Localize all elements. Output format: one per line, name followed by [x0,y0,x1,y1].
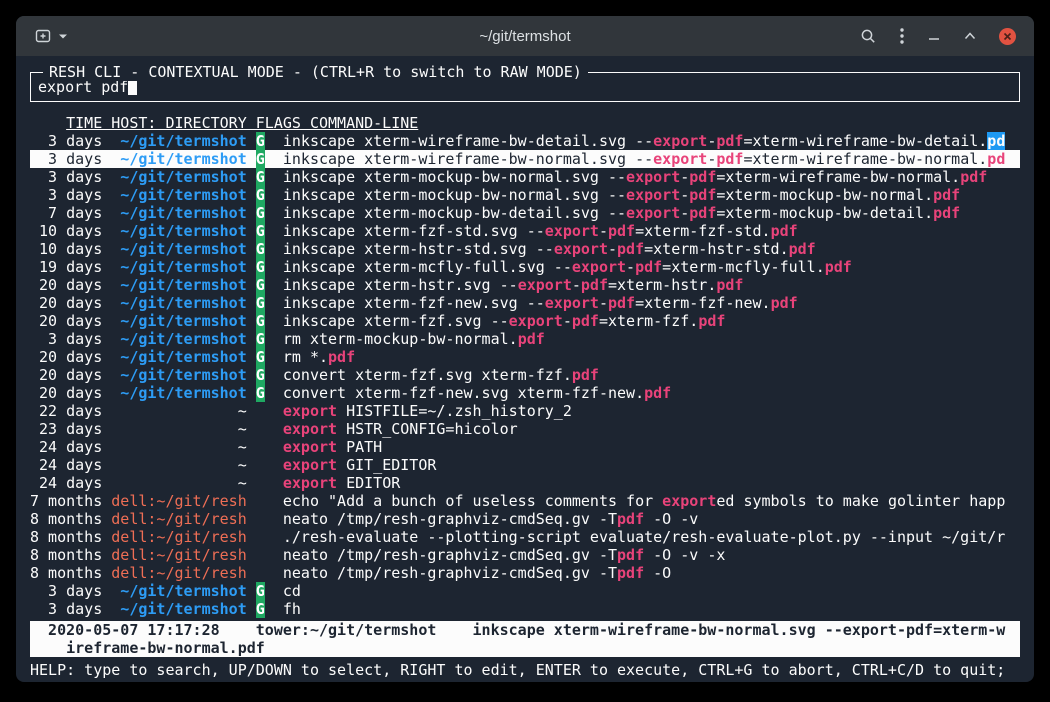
history-row[interactable]: 8 months dell:~/git/resh neato /tmp/resh… [30,546,1020,564]
history-row[interactable]: 8 months dell:~/git/resh neato /tmp/resh… [30,564,1020,582]
history-rows: 3 days ~/git/termshot G inkscape xterm-w… [30,132,1020,618]
history-row[interactable]: 3 days ~/git/termshot G inkscape xterm-w… [30,132,1020,150]
history-row[interactable]: 3 days ~/git/termshot G inkscape xterm-m… [30,168,1020,186]
minimize-icon [927,29,941,43]
history-row[interactable]: 8 months dell:~/git/resh ./resh-evaluate… [30,528,1020,546]
history-row[interactable]: 3 days ~/git/termshot G inkscape xterm-m… [30,186,1020,204]
history-row[interactable]: 24 days ~ export PATH [30,438,1020,456]
text-cursor [128,79,137,95]
history-row[interactable]: 8 months dell:~/git/resh neato /tmp/resh… [30,510,1020,528]
search-icon [860,28,877,45]
new-tab-button[interactable] [34,27,52,45]
history-row[interactable]: 3 days ~/git/termshot G fh [30,600,1020,618]
history-row[interactable]: 20 days ~/git/termshot G convert xterm-f… [30,384,1020,402]
new-tab-icon [34,27,52,45]
maximize-icon [963,29,977,43]
history-row[interactable]: 7 days ~/git/termshot G inkscape xterm-m… [30,204,1020,222]
caret-down-icon [58,32,68,40]
history-row[interactable]: 20 days ~/git/termshot G rm *.pdf [30,348,1020,366]
resh-search-box: RESH CLI - CONTEXTUAL MODE - (CTRL+R to … [30,72,1020,102]
history-row[interactable]: 10 days ~/git/termshot G inkscape xterm-… [30,222,1020,240]
close-icon [999,28,1016,45]
history-row[interactable]: 7 months dell:~/git/resh echo "Add a bun… [30,492,1020,510]
history-row[interactable]: 23 days ~ export HSTR_CONFIG=hicolor [30,420,1020,438]
search-button[interactable] [860,28,877,45]
overflow-menu-icon [899,27,905,45]
menu-button[interactable] [899,27,905,45]
close-button[interactable] [999,28,1016,45]
status-line-2: ireframe-bw-normal.pdf [30,639,1020,657]
history-row[interactable]: 3 days ~/git/termshot G rm xterm-mockup-… [30,330,1020,348]
history-row[interactable]: 20 days ~/git/termshot G convert xterm-f… [30,366,1020,384]
history-row[interactable]: 19 days ~/git/termshot G inkscape xterm-… [30,258,1020,276]
minimize-button[interactable] [927,29,941,43]
titlebar: ~/git/termshot [16,16,1034,56]
history-row[interactable]: 24 days ~ export EDITOR [30,474,1020,492]
help-bar: HELP: type to search, UP/DOWN to select,… [30,661,1020,679]
table-header-text: TIME HOST: DIRECTORY FLAGS COMMAND-LINE [66,114,418,132]
maximize-button[interactable] [963,29,977,43]
terminal-window: ~/git/termshot [16,16,1034,682]
history-row[interactable]: 20 days ~/git/termshot G inkscape xterm-… [30,312,1020,330]
history-row[interactable]: 22 days ~ export HISTFILE=~/.zsh_history… [30,402,1020,420]
history-row[interactable]: 24 days ~ export GIT_EDITOR [30,456,1020,474]
terminal: RESH CLI - CONTEXTUAL MODE - (CTRL+R to … [16,56,1034,682]
history-row[interactable]: 10 days ~/git/termshot G inkscape xterm-… [30,240,1020,258]
history-row[interactable]: 3 days ~/git/termshot G inkscape xterm-w… [30,150,1020,168]
history-row[interactable]: 20 days ~/git/termshot G inkscape xterm-… [30,276,1020,294]
status-line-1: 2020-05-07 17:17:28 tower:~/git/termshot… [30,621,1020,639]
table-header: TIME HOST: DIRECTORY FLAGS COMMAND-LINE [30,114,1020,132]
resh-mode-label: RESH CLI - CONTEXTUAL MODE - (CTRL+R to … [43,63,588,81]
history-row[interactable]: 20 days ~/git/termshot G inkscape xterm-… [30,294,1020,312]
new-tab-menu-button[interactable] [58,32,68,40]
history-row[interactable]: 3 days ~/git/termshot G cd [30,582,1020,600]
status-bar: 2020-05-07 17:17:28 tower:~/git/termshot… [30,621,1020,657]
